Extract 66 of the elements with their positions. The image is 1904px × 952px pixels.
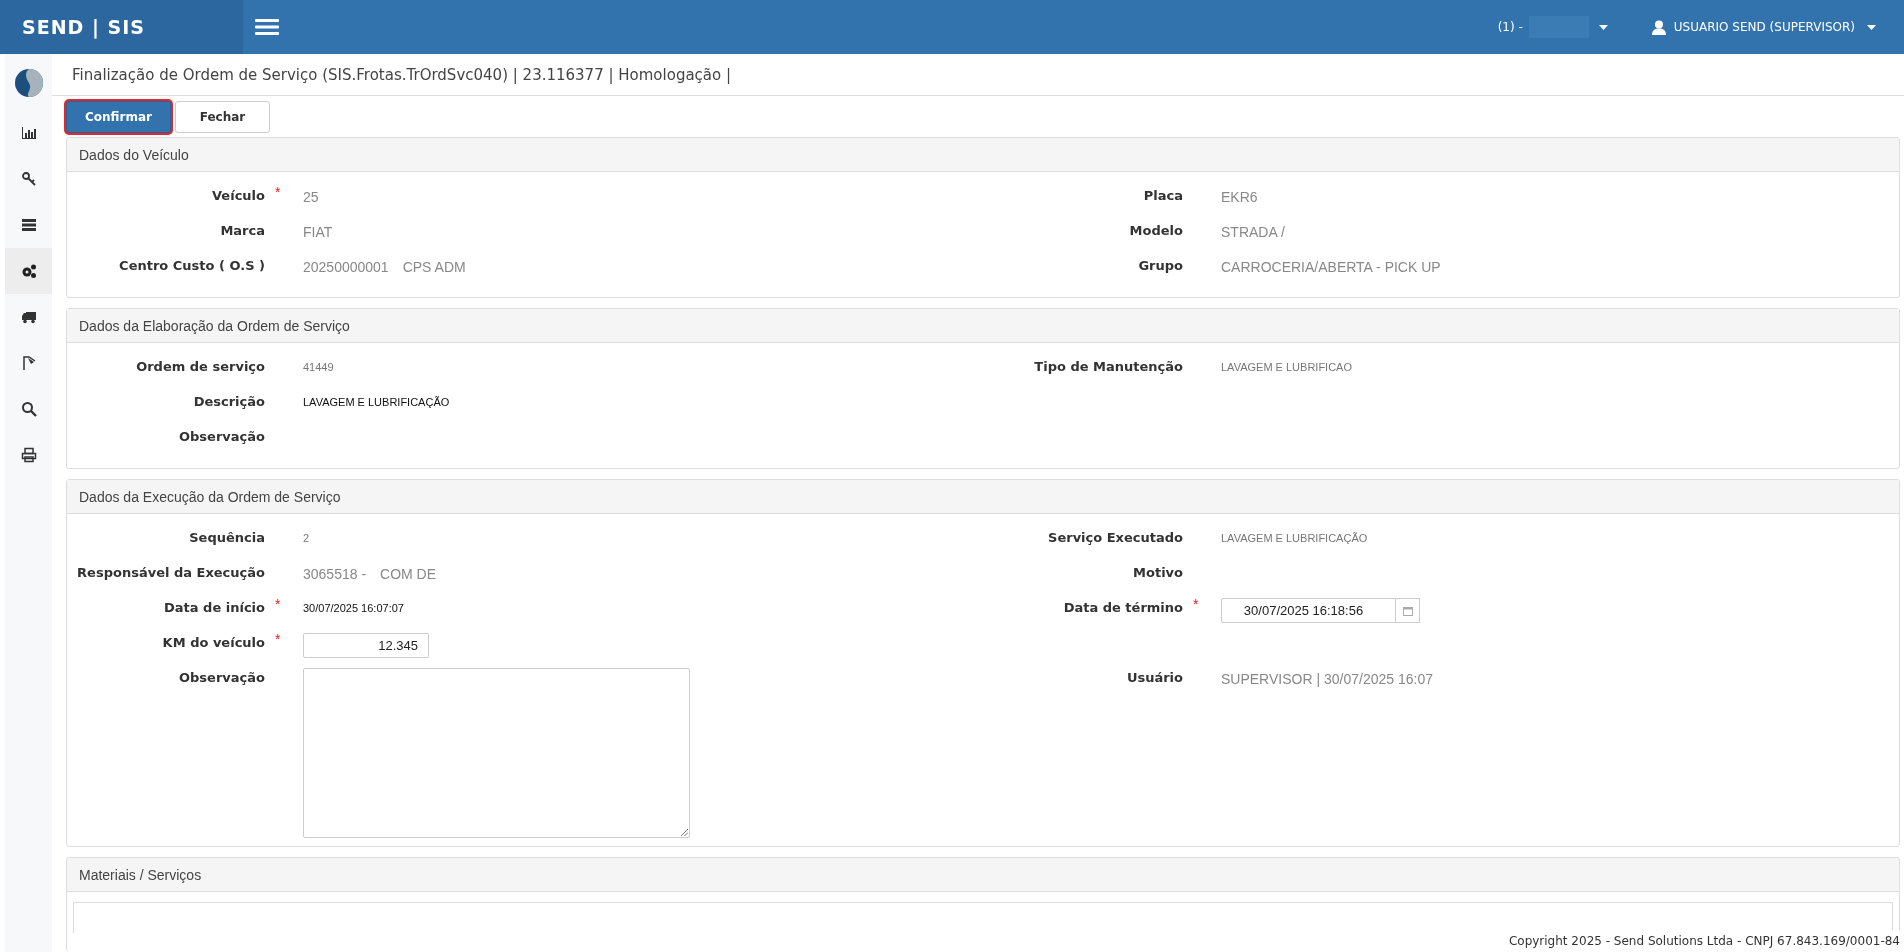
field-value: LAVAGEM E LUBRIFICAO <box>1221 360 1352 373</box>
field-value: 41449 <box>303 360 334 373</box>
field-value: LAVAGEM E LUBRIFICAÇÃO <box>303 395 450 408</box>
field-value: 30/07/2025 16:07:07 <box>303 601 404 614</box>
field-label: Serviço Executado <box>1047 529 1183 545</box>
field-value: STRADA / <box>1221 224 1285 240</box>
field-label: Responsável da Execução <box>76 564 265 580</box>
field-label: Descrição <box>192 393 265 409</box>
gears-icon <box>20 263 37 279</box>
field-label: Modelo <box>1128 222 1183 238</box>
list-icon <box>20 217 37 233</box>
field-value: LAVAGEM E LUBRIFICAÇÃO <box>1221 531 1368 544</box>
caret-icon <box>1867 24 1876 30</box>
brand-logo[interactable]: SEND | SIS <box>0 0 243 54</box>
field-value: SUPERVISOR | 30/07/2025 16:07 <box>1221 671 1433 687</box>
required-mark: * <box>275 631 281 647</box>
field-value: CPS ADM <box>402 259 466 275</box>
logo-icon <box>13 68 44 98</box>
field-value: 3065518 - <box>303 566 367 582</box>
field-label: Veículo <box>211 187 265 203</box>
user-menu[interactable]: USUARIO SEND (SUPERVISOR) <box>1651 19 1876 35</box>
date-input[interactable]: 30/07/2025 16:18:56 <box>1221 598 1396 623</box>
resize-grip-icon <box>681 829 688 836</box>
user-icon <box>1651 19 1666 35</box>
close-button[interactable]: Fechar <box>174 101 270 133</box>
field-label: Placa <box>1142 187 1183 203</box>
field-value: 25 <box>303 189 319 205</box>
field-label: Observação <box>178 669 265 685</box>
field-value: 2 <box>303 531 310 544</box>
field-label: Observação <box>178 428 265 444</box>
field-label: Tipo de Manutenção <box>1033 358 1183 374</box>
key-icon <box>20 171 37 187</box>
field-label: KM do veículo <box>161 634 265 650</box>
field-label: Data de início <box>163 599 265 615</box>
sidebar-item[interactable] <box>5 248 52 294</box>
field-label: Data de término <box>1062 599 1183 615</box>
field-label: Grupo <box>1137 257 1183 273</box>
field-value: EKR6 <box>1221 189 1258 205</box>
field-label: Marca <box>219 222 265 238</box>
confirm-button[interactable]: Confirmar <box>66 101 171 133</box>
page-title: Finalização de Ordem de Serviço (SIS.Frotas.TrOrdSvc040) | 23.116377 | Homologação | <box>52 54 1904 96</box>
menu-icon[interactable] <box>255 18 279 36</box>
required-mark: * <box>275 184 281 200</box>
print-icon <box>20 447 37 463</box>
search-icon <box>20 401 37 417</box>
field-label: Usuário <box>1125 669 1183 685</box>
truck-icon <box>20 309 37 325</box>
section-title: Materiais / Serviços <box>67 858 1899 892</box>
field-label: Centro Custo ( O.S ) <box>118 257 265 273</box>
bar-chart-icon <box>20 125 37 141</box>
section-title: Dados da Elaboração da Ordem de Serviço <box>67 309 1899 343</box>
calendar-icon <box>1402 605 1413 616</box>
caret-icon <box>1598 24 1608 30</box>
section-title: Dados do Veículo <box>67 138 1899 172</box>
flag-icon <box>20 355 37 371</box>
required-mark: * <box>275 596 281 612</box>
section-title: Dados da Execução da Ordem de Serviço <box>67 480 1899 514</box>
field-label: Sequência <box>188 529 265 545</box>
field-value: CARROCERIA/ABERTA - PICK UP <box>1221 259 1441 275</box>
field-value: FIAT <box>303 224 333 240</box>
field-value: COM DE <box>380 566 437 582</box>
required-mark: * <box>1193 596 1199 612</box>
field-label: Motivo <box>1132 564 1183 580</box>
field-value: 20250000001 <box>303 259 389 275</box>
field-label: Ordem de serviço <box>135 358 265 374</box>
km-input[interactable]: 12.345 <box>303 633 429 658</box>
